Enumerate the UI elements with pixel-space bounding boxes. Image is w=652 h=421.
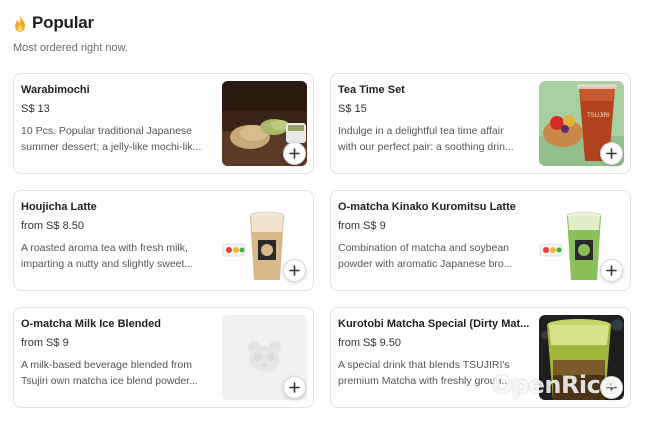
plus-icon xyxy=(606,148,617,159)
plus-icon xyxy=(289,382,300,393)
fire-icon xyxy=(15,14,25,32)
openrice-watermark: OpenRice xyxy=(492,371,617,399)
menu-item-card[interactable]: Houjicha Latte from S$ 8.50 A roasted ar… xyxy=(13,190,314,291)
plus-icon xyxy=(289,265,300,276)
section-subtitle: Most ordered right now. xyxy=(13,42,128,54)
plus-icon xyxy=(289,148,300,159)
item-price: from S$ 8.50 xyxy=(21,220,84,232)
item-name: O-matcha Kinako Kuromitsu Latte xyxy=(338,201,516,213)
item-name: Kurotobi Matcha Special (Dirty Mat... xyxy=(338,318,530,330)
section-header: Popular xyxy=(13,13,94,33)
item-description: Combination of matcha and soybean powder… xyxy=(338,242,513,270)
item-name: Warabimochi xyxy=(21,84,90,96)
menu-item-card[interactable]: Warabimochi S$ 13 10 Pcs. Popular tradit… xyxy=(13,73,314,174)
item-name: Houjicha Latte xyxy=(21,201,97,213)
item-description: A milk-based beverage blended from Tsuji… xyxy=(21,359,198,387)
menu-item-card[interactable]: Tea Time Set S$ 15 Indulge in a delightf… xyxy=(330,73,631,174)
item-price: from S$ 9.50 xyxy=(338,337,401,349)
add-to-cart-button[interactable] xyxy=(600,142,623,165)
item-price: S$ 15 xyxy=(338,103,367,115)
add-to-cart-button[interactable] xyxy=(283,259,306,282)
item-name: O-matcha Milk Ice Blended xyxy=(21,318,161,330)
item-price: from S$ 9 xyxy=(338,220,386,232)
item-description: 10 Pcs. Popular traditional Japanese sum… xyxy=(21,125,202,153)
menu-item-card[interactable]: O-matcha Kinako Kuromitsu Latte from S$ … xyxy=(330,190,631,291)
item-description: A roasted aroma tea with fresh milk, imp… xyxy=(21,242,194,270)
item-name: Tea Time Set xyxy=(338,84,405,96)
svg-text:TSUJIRI: TSUJIRI xyxy=(587,113,610,119)
add-to-cart-button[interactable] xyxy=(283,142,306,165)
item-price: from S$ 9 xyxy=(21,337,69,349)
plus-icon xyxy=(606,265,617,276)
item-price: S$ 13 xyxy=(21,103,50,115)
section-title: Popular xyxy=(32,13,94,32)
add-to-cart-button[interactable] xyxy=(600,259,623,282)
menu-item-card[interactable]: O-matcha Milk Ice Blended from S$ 9 A mi… xyxy=(13,307,314,408)
item-description: Indulge in a delightful tea time affair … xyxy=(338,125,514,153)
add-to-cart-button[interactable] xyxy=(283,376,306,399)
